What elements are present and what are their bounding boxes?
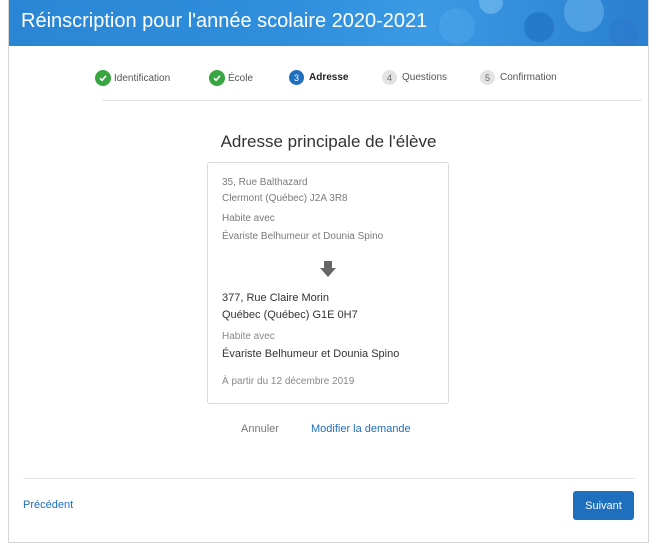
section-heading: Adresse principale de l'élève xyxy=(220,132,437,151)
steps-divider xyxy=(102,100,642,101)
cancel-link[interactable]: Annuler xyxy=(241,423,279,435)
step-label: Adresse xyxy=(309,72,349,83)
check-icon xyxy=(95,70,111,86)
check-icon xyxy=(209,70,225,86)
step-ecole: École xyxy=(209,70,253,86)
next-button[interactable]: Suivant xyxy=(573,491,634,520)
old-city: Clermont (Québec) J2A 3R8 xyxy=(222,193,348,204)
step-label: Questions xyxy=(402,72,448,83)
progress-steps: Identification École 3 Adresse 4 Questio… xyxy=(9,62,648,92)
step-identification: Identification xyxy=(95,70,170,86)
step-number: 5 xyxy=(480,70,495,85)
new-city: Québec (Québec) G1E 0H7 xyxy=(222,309,358,321)
step-label: École xyxy=(228,72,254,84)
previous-link[interactable]: Précédent xyxy=(23,499,73,511)
step-adresse: 3 Adresse xyxy=(289,70,348,85)
new-street: 377, Rue Claire Morin xyxy=(222,292,329,304)
effective-date: À partir du 12 décembre 2019 xyxy=(222,376,355,387)
banner-decoration xyxy=(524,12,554,42)
page-title: Réinscription pour l'année scolaire 2020… xyxy=(21,10,428,32)
step-number: 4 xyxy=(382,70,397,85)
step-questions: 4 Questions xyxy=(382,70,447,85)
old-lives-with-label: Habite avec xyxy=(222,213,275,224)
step-confirmation: 5 Confirmation xyxy=(480,70,557,85)
step-label: Identification xyxy=(114,72,171,84)
banner-decoration xyxy=(609,18,639,46)
arrow-down-icon xyxy=(318,259,338,279)
new-lives-with-label: Habite avec xyxy=(222,331,275,342)
old-street: 35, Rue Balthazard xyxy=(222,177,308,188)
address-change-card: 35, Rue Balthazard Clermont (Québec) J2A… xyxy=(207,162,449,404)
banner-decoration xyxy=(564,0,604,32)
new-lives-with: Évariste Belhumeur et Dounia Spino xyxy=(222,348,400,360)
registration-panel: Réinscription pour l'année scolaire 2020… xyxy=(8,0,649,543)
step-label: Confirmation xyxy=(500,72,557,83)
footer-divider xyxy=(23,478,635,479)
old-lives-with: Évariste Belhumeur et Dounia Spino xyxy=(222,231,384,242)
header-banner: Réinscription pour l'année scolaire 2020… xyxy=(9,0,648,46)
modify-request-link[interactable]: Modifier la demande xyxy=(311,423,411,435)
step-number: 3 xyxy=(289,70,304,85)
banner-decoration xyxy=(439,8,475,44)
banner-decoration xyxy=(479,0,503,14)
